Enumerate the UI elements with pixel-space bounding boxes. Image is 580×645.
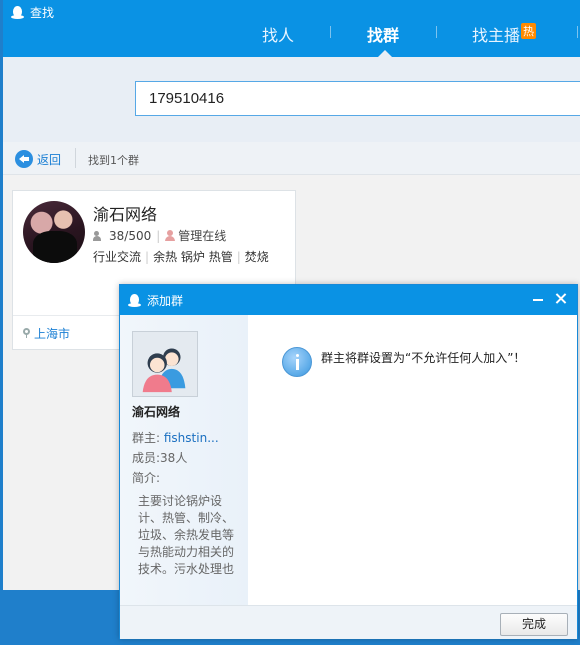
group-tags: 行业交流 | 余热 锅炉 热管 | 焚烧 xyxy=(93,248,269,265)
result-count: 找到1个群 xyxy=(88,154,139,167)
top-nav: 找人 找群 找主播热 xyxy=(3,22,580,46)
group-default-avatar xyxy=(132,331,198,397)
intro-label: 简介: xyxy=(132,471,161,485)
tab-find-group[interactable]: 找群 xyxy=(367,22,399,46)
qq-penguin-icon xyxy=(128,293,141,308)
qq-penguin-icon xyxy=(11,5,24,20)
tab-find-streamer-label: 找主播 xyxy=(472,26,521,45)
dialog-title-bar: 添加群 xyxy=(120,285,577,315)
close-icon[interactable] xyxy=(554,292,568,306)
back-button[interactable]: 返回 xyxy=(15,150,61,168)
group-info-panel: 渝石网络 群主: fishstin... 成员:38人 简介: 主要讨论锅炉设计… xyxy=(120,315,248,605)
nav-divider xyxy=(577,26,578,38)
group-avatar-icon xyxy=(133,332,197,396)
separator: | xyxy=(236,250,241,264)
title-bar: 查找 找人 找群 找主播热 xyxy=(3,0,580,57)
owner-label: 群主: xyxy=(132,431,161,445)
members-row: 成员:38人 xyxy=(132,449,187,466)
owner-row: 群主: fishstin... xyxy=(132,429,219,446)
app-title: 查找 xyxy=(11,4,54,21)
location-pin-icon xyxy=(23,328,30,338)
tag: 焚烧 xyxy=(244,250,269,264)
dialog-message: 群主将群设置为“不允许任何人加入”！ xyxy=(321,351,526,365)
dialog-title: 添加群 xyxy=(128,292,183,309)
nav-divider xyxy=(330,26,331,38)
back-label: 返回 xyxy=(37,152,62,167)
dialog-title-text: 添加群 xyxy=(147,294,184,308)
dialog-group-name: 渝石网络 xyxy=(132,405,181,419)
tag: 行业交流 xyxy=(93,250,142,264)
members-icon xyxy=(93,230,106,241)
separator: | xyxy=(156,228,161,243)
member-count: 38/500 xyxy=(109,228,152,243)
add-group-dialog: 添加群 渝石网络 群主: fishstin... 成员:38人 简介: 主要讨论… xyxy=(119,284,578,639)
location-text: 上海市 xyxy=(34,326,71,341)
active-tab-indicator xyxy=(378,50,392,57)
intro-text: 主要讨论锅炉设计、热管、制冷、垃圾、余热发电等与热能动力相关的技术。污水处理也 xyxy=(132,493,244,578)
separator: | xyxy=(145,250,150,264)
result-bar: 返回 找到1个群 xyxy=(3,142,580,175)
intro-body: 主要讨论锅炉设计、热管、制冷、垃圾、余热发电等与热能动力相关的技术。污水处理也 xyxy=(138,494,235,576)
minimize-icon[interactable] xyxy=(533,299,543,301)
group-meta: 38/500 | 管理在线 xyxy=(93,227,226,244)
owner-link[interactable]: fishstin... xyxy=(164,431,219,445)
search-input[interactable]: 179510416 xyxy=(135,81,580,116)
tab-find-streamer[interactable]: 找主播热 xyxy=(472,22,537,46)
admin-status: 管理在线 xyxy=(178,229,227,243)
divider xyxy=(75,148,76,168)
info-icon xyxy=(282,347,312,377)
done-button[interactable]: 完成 xyxy=(500,613,568,636)
members-label: 成员: xyxy=(132,451,161,465)
hot-badge: 热 xyxy=(521,23,537,39)
dialog-footer: 完成 xyxy=(120,605,577,639)
tab-find-people[interactable]: 找人 xyxy=(262,22,294,46)
group-avatar[interactable] xyxy=(23,201,85,263)
tag: 余热 锅炉 热管 xyxy=(153,250,233,264)
admin-icon xyxy=(165,230,176,241)
back-arrow-icon xyxy=(15,150,33,168)
nav-divider xyxy=(436,26,437,38)
app-title-text: 查找 xyxy=(30,6,55,20)
members-value: 38人 xyxy=(160,451,188,465)
search-area: 179510416 xyxy=(3,57,580,142)
group-name[interactable]: 渝石网络 xyxy=(93,201,157,225)
